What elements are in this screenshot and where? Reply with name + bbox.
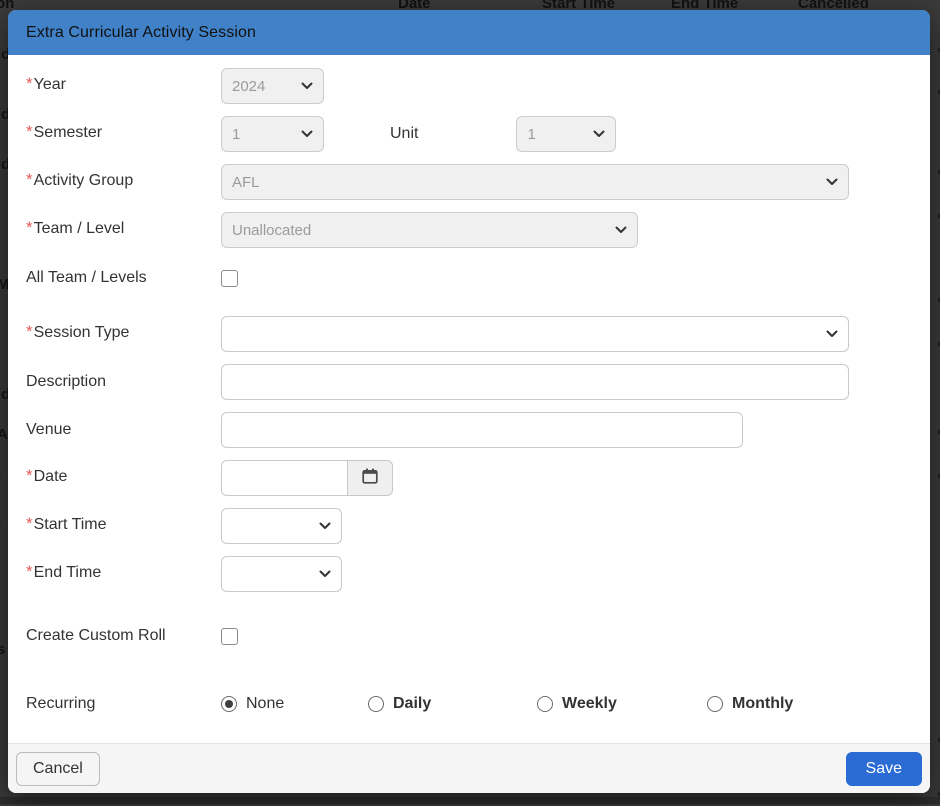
chevron-down-icon — [615, 226, 627, 234]
radio-icon — [221, 696, 237, 712]
recurring-option-monthly[interactable]: Monthly — [707, 695, 793, 713]
end-time-label: * End Time — [26, 564, 221, 584]
unit-label: Unit — [390, 125, 418, 143]
date-label: * Date — [26, 468, 221, 488]
chevron-down-icon — [319, 522, 331, 530]
field-row-date: * Date — [26, 460, 912, 496]
field-row-venue: Venue — [26, 412, 912, 448]
save-button[interactable]: Save — [846, 752, 922, 786]
required-asterisk: * — [26, 170, 33, 190]
field-row-year: * Year 2024 — [26, 68, 912, 104]
create-custom-roll-label: Create Custom Roll — [26, 627, 221, 645]
team-level-select: Unallocated — [221, 212, 638, 248]
recurring-option-none[interactable]: None — [221, 695, 368, 713]
background-text-fragment: I — [0, 516, 1, 533]
chevron-down-icon — [301, 130, 313, 138]
description-input[interactable] — [221, 364, 849, 400]
activity-group-label: * Activity Group — [26, 172, 221, 192]
field-row-session-type: * Session Type — [26, 316, 912, 352]
modal-header: Extra Curricular Activity Session — [8, 10, 930, 55]
edit-pencil-icon: ✎ — [936, 44, 940, 62]
edit-pencil-icon: ✎ — [936, 470, 940, 488]
recurring-option-weekly[interactable]: Weekly — [537, 695, 707, 713]
create-custom-roll-checkbox[interactable] — [221, 628, 238, 645]
calendar-icon — [360, 466, 380, 491]
semester-select: 1 — [221, 116, 324, 152]
year-label: * Year — [26, 76, 221, 96]
required-asterisk: * — [26, 74, 33, 94]
field-row-create-custom-roll: Create Custom Roll — [26, 618, 912, 654]
background-text-fragment: A — [0, 426, 8, 443]
date-input-group — [221, 460, 393, 496]
required-asterisk: * — [26, 122, 33, 142]
radio-icon — [707, 696, 723, 712]
required-asterisk: * — [26, 218, 33, 238]
required-asterisk: * — [26, 562, 33, 582]
session-type-select[interactable] — [221, 316, 849, 352]
background-text-fragment: I — [0, 468, 1, 485]
edit-pencil-icon: ✎ — [936, 734, 940, 752]
modal-title: Extra Curricular Activity Session — [26, 24, 256, 42]
all-team-levels-label: All Team / Levels — [26, 269, 221, 287]
chevron-down-icon — [826, 178, 838, 186]
radio-icon — [537, 696, 553, 712]
recurring-option-daily[interactable]: Daily — [368, 695, 537, 713]
modal-body: * Year 2024 * Semester 1 — [8, 55, 930, 743]
edit-pencil-icon: ✎ — [936, 338, 940, 356]
semester-select-value: 1 — [232, 126, 240, 143]
unit-select: 1 — [516, 116, 616, 152]
chevron-down-icon — [319, 570, 331, 578]
field-row-all-team-levels: All Team / Levels — [26, 260, 912, 296]
field-row-end-time: * End Time — [26, 556, 912, 592]
description-label: Description — [26, 373, 221, 391]
venue-label: Venue — [26, 421, 221, 439]
required-asterisk: * — [26, 514, 33, 534]
team-level-label: * Team / Level — [26, 220, 221, 240]
year-select: 2024 — [221, 68, 324, 104]
end-time-select[interactable] — [221, 556, 342, 592]
venue-input[interactable] — [221, 412, 743, 448]
start-time-label: * Start Time — [26, 516, 221, 536]
date-picker-button[interactable] — [348, 460, 393, 496]
field-row-recurring: Recurring None Daily Weekly Monthly — [26, 686, 912, 722]
edit-pencil-icon: ✎ — [936, 210, 940, 228]
unit-select-value: 1 — [527, 126, 535, 143]
team-level-select-value: Unallocated — [232, 222, 311, 239]
chevron-down-icon — [593, 130, 605, 138]
field-row-activity-group: * Activity Group AFL — [26, 164, 912, 200]
chevron-down-icon — [826, 330, 838, 338]
edit-pencil-icon: ✎ — [936, 426, 940, 444]
activity-session-modal: Extra Curricular Activity Session * Year… — [8, 10, 930, 793]
chevron-down-icon — [301, 82, 313, 90]
all-team-levels-checkbox[interactable] — [221, 270, 238, 287]
session-type-label: * Session Type — [26, 324, 221, 344]
field-row-description: Description — [26, 364, 912, 400]
field-row-team-level: * Team / Level Unallocated — [26, 212, 912, 248]
start-time-select[interactable] — [221, 508, 342, 544]
recurring-radio-group: None Daily Weekly Monthly — [221, 695, 912, 713]
background-text-fragment: s — [0, 641, 5, 658]
activity-group-select: AFL — [221, 164, 849, 200]
recurring-label: Recurring — [26, 695, 221, 713]
radio-icon — [368, 696, 384, 712]
field-row-semester: * Semester 1 Unit 1 — [26, 116, 912, 152]
background-bottom-band — [0, 797, 940, 804]
semester-label: * Semester — [26, 124, 221, 144]
required-asterisk: * — [26, 322, 33, 342]
activity-group-select-value: AFL — [232, 174, 260, 191]
year-select-value: 2024 — [232, 78, 265, 95]
required-asterisk: * — [26, 466, 33, 486]
date-input[interactable] — [221, 460, 348, 496]
cancel-button[interactable]: Cancel — [16, 752, 100, 786]
edit-pencil-icon: ✎ — [936, 166, 940, 184]
modal-footer: Cancel Save — [8, 743, 930, 793]
edit-pencil-icon: ✎ — [936, 294, 940, 312]
field-row-start-time: * Start Time — [26, 508, 912, 544]
edit-pencil-icon: ✎ — [936, 86, 940, 104]
